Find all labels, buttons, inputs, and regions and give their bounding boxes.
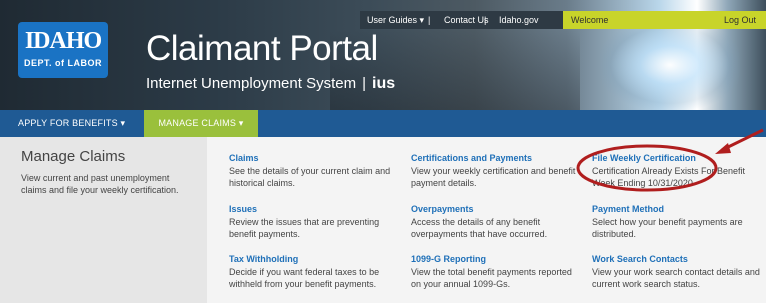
file-weekly-certification-link[interactable]: File Weekly Certification <box>592 153 764 163</box>
card-claims: Claims See the details of your current c… <box>229 153 399 189</box>
card-description: View the total benefit payments reported… <box>411 267 572 289</box>
sidebar-title: Manage Claims <box>21 148 126 165</box>
apply-for-benefits-menu[interactable]: APPLY FOR BENEFITS ▾ <box>18 110 125 137</box>
card-description: View your weekly certification and benef… <box>411 166 576 188</box>
welcome-bar: Welcome Log Out <box>563 11 766 29</box>
tax-withholding-link[interactable]: Tax Withholding <box>229 254 399 264</box>
card-description: Select how your benefit payments are dis… <box>592 217 743 239</box>
sidebar-description: View current and past unemployment claim… <box>21 173 179 195</box>
card-issues: Issues Review the issues that are preven… <box>229 204 399 240</box>
card-certifications-and-payments: Certifications and Payments View your we… <box>411 153 583 189</box>
issues-link[interactable]: Issues <box>229 204 399 214</box>
card-description: See the details of your current claim an… <box>229 166 391 188</box>
certifications-and-payments-link[interactable]: Certifications and Payments <box>411 153 583 163</box>
claims-link[interactable]: Claims <box>229 153 399 163</box>
card-work-search-contacts: Work Search Contacts View your work sear… <box>592 254 764 290</box>
card-file-weekly-certification: File Weekly Certification Certification … <box>592 153 764 189</box>
sidebar: Manage Claims View current and past unem… <box>0 137 207 303</box>
idaho-gov-link[interactable]: Idaho.gov <box>499 11 539 29</box>
card-description: Decide if you want federal taxes to be w… <box>229 267 380 289</box>
subtitle-separator: | <box>362 75 366 92</box>
1099g-reporting-link[interactable]: 1099-G Reporting <box>411 254 583 264</box>
utility-divider: | <box>484 15 487 25</box>
card-description: Review the issues that are preventing be… <box>229 217 380 239</box>
manage-claims-menu[interactable]: MANAGE CLAIMS ▾ <box>144 110 258 137</box>
overpayments-link[interactable]: Overpayments <box>411 204 583 214</box>
work-search-contacts-link[interactable]: Work Search Contacts <box>592 254 764 264</box>
idaho-dept-of-labor-logo[interactable]: IDAHO DEPT. of LABOR <box>18 22 108 78</box>
main-nav: APPLY FOR BENEFITS ▾ MANAGE CLAIMS ▾ <box>0 110 766 137</box>
card-1099g-reporting: 1099-G Reporting View the total benefit … <box>411 254 583 290</box>
welcome-text: Welcome <box>571 15 609 25</box>
card-tax-withholding: Tax Withholding Decide if you want feder… <box>229 254 399 290</box>
card-description: Certification Already Exists For Benefit… <box>592 166 746 188</box>
utility-divider: | <box>428 15 431 25</box>
welding-spark-image <box>600 20 740 110</box>
card-overpayments: Overpayments Access the details of any b… <box>411 204 583 240</box>
card-description: View your work search contact details an… <box>592 267 760 289</box>
user-guides-link[interactable]: User Guides ▾ <box>367 11 424 29</box>
page-subtitle: Internet Unemployment System | ius <box>146 75 395 93</box>
subtitle-text: Internet Unemployment System <box>146 75 357 92</box>
logo-line-2: DEPT. of LABOR <box>24 58 102 68</box>
card-description: Access the details of any benefit overpa… <box>411 217 548 239</box>
logo-line-1: IDAHO <box>24 28 102 54</box>
contact-us-link[interactable]: Contact Us <box>444 11 489 29</box>
card-payment-method: Payment Method Select how your benefit p… <box>592 204 764 240</box>
logout-link[interactable]: Log Out <box>724 11 756 29</box>
payment-method-link[interactable]: Payment Method <box>592 204 764 214</box>
page-title: Claimant Portal <box>146 29 378 68</box>
ius-logo: ius <box>372 75 396 92</box>
